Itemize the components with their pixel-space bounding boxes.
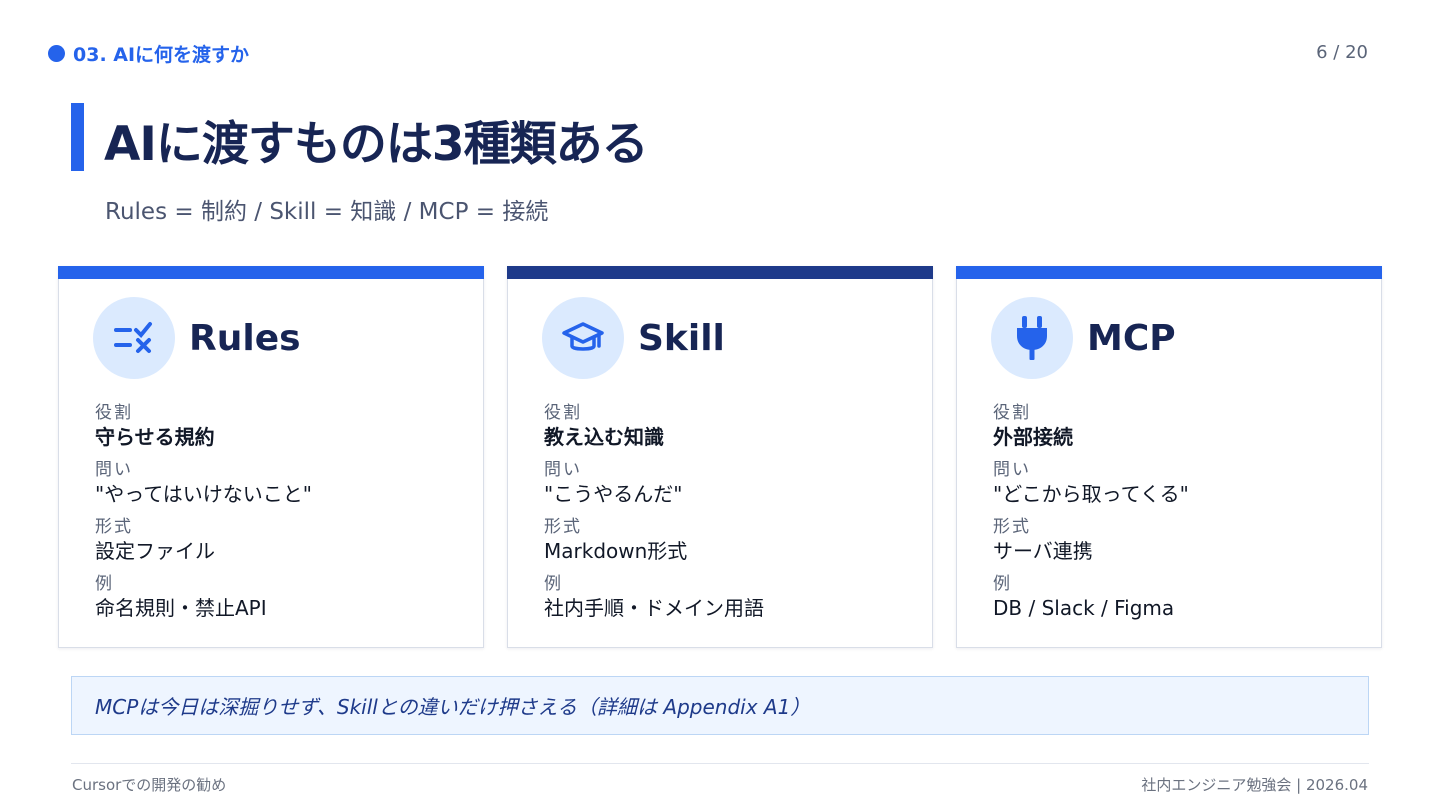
card-title: Rules (189, 317, 301, 359)
format-label: 形式 (544, 517, 582, 537)
section-label-text: 03. AIに何を渡すか (73, 44, 250, 66)
format-value: サーバ連携 (993, 539, 1093, 563)
card-header: MCP (991, 297, 1176, 379)
role-label: 役割 (544, 403, 582, 423)
footer-title: Cursorでの開発の勧め (72, 776, 227, 794)
format-label: 形式 (95, 517, 133, 537)
plug-icon (991, 297, 1073, 379)
card-rules: Rules 役割 守らせる規約 問い "やってはいけないこと" 形式 設定ファイ… (58, 266, 484, 648)
section-label: 03. AIに何を渡すか (48, 40, 249, 67)
example-label: 例 (993, 574, 1012, 594)
question-label: 問い (95, 460, 133, 480)
card-header: Skill (542, 297, 725, 379)
card-fields: 役割 外部接続 問い "どこから取ってくる" 形式 サーバ連携 例 DB / S… (993, 402, 1361, 630)
role-value: 教え込む知識 (544, 425, 664, 449)
footer-event: 社内エンジニア勉強会 | 2026.04 (1141, 776, 1368, 794)
role-label: 役割 (993, 403, 1031, 423)
card-mcp: MCP 役割 外部接続 問い "どこから取ってくる" 形式 サーバ連携 例 DB… (956, 266, 1382, 648)
note-callout: MCPは今日は深掘りせず、Skillとの違いだけ押さえる（詳細は Appendi… (71, 676, 1369, 735)
example-label: 例 (95, 574, 114, 594)
card-header: Rules (93, 297, 301, 379)
card-title: Skill (638, 317, 725, 359)
example-label: 例 (544, 574, 563, 594)
card-fields: 役割 守らせる規約 問い "やってはいけないこと" 形式 設定ファイル 例 命名… (95, 402, 463, 630)
question-value: "どこから取ってくる" (993, 482, 1189, 506)
role-value: 外部接続 (993, 425, 1073, 449)
role-label: 役割 (95, 403, 133, 423)
page-number: 6 / 20 (1316, 42, 1368, 63)
section-dot-icon (48, 45, 65, 62)
card-top-bar (956, 266, 1382, 279)
format-value: Markdown形式 (544, 539, 688, 563)
format-label: 形式 (993, 517, 1031, 537)
card-skill: Skill 役割 教え込む知識 問い "こうやるんだ" 形式 Markdown形… (507, 266, 933, 648)
title-accent-bar (71, 103, 84, 171)
question-value: "やってはいけないこと" (95, 482, 312, 506)
question-label: 問い (544, 460, 582, 480)
card-title: MCP (1087, 317, 1176, 359)
question-label: 問い (993, 460, 1031, 480)
page-subtitle: Rules = 制約 / Skill = 知識 / MCP = 接続 (105, 199, 549, 225)
checklist-icon (93, 297, 175, 379)
example-value: 社内手順・ドメイン用語 (544, 596, 764, 620)
format-value: 設定ファイル (95, 539, 215, 563)
graduation-cap-icon (542, 297, 624, 379)
page-title: AIに渡すものは3種類ある (104, 117, 649, 172)
example-value: DB / Slack / Figma (993, 596, 1175, 620)
question-value: "こうやるんだ" (544, 482, 683, 506)
card-top-bar (58, 266, 484, 279)
role-value: 守らせる規約 (95, 425, 215, 449)
card-top-bar (507, 266, 933, 279)
card-fields: 役割 教え込む知識 問い "こうやるんだ" 形式 Markdown形式 例 社内… (544, 402, 912, 630)
footer-divider (71, 763, 1369, 764)
example-value: 命名規則・禁止API (95, 596, 267, 620)
